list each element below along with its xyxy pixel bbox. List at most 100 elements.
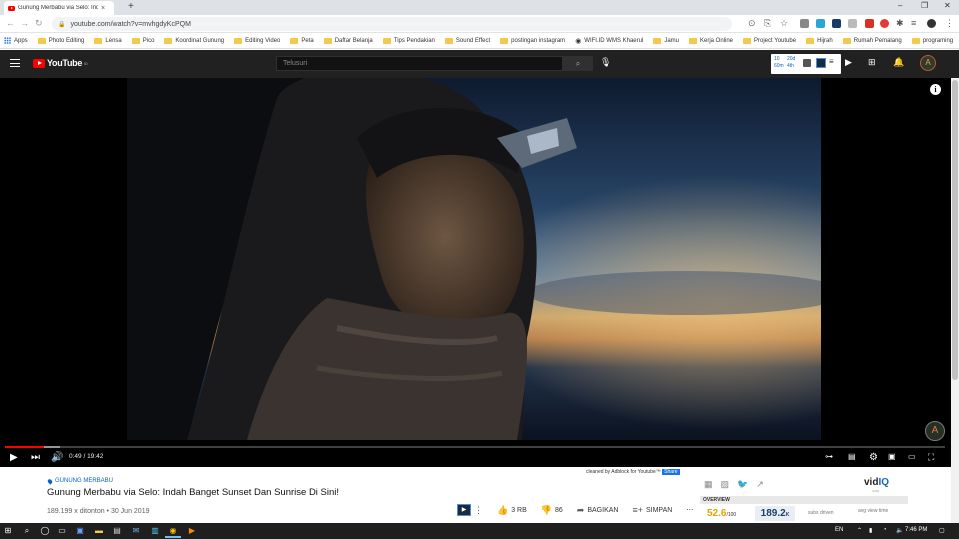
extension-icon[interactable] <box>800 19 809 28</box>
bookmark-item[interactable]: Peta <box>290 37 314 44</box>
search-button[interactable]: ⌕ <box>563 56 593 71</box>
clock[interactable]: 7:46 PM <box>905 527 927 533</box>
omnibox[interactable]: 🔒 youtube.com/watch?v=mvhgdyKcPQM <box>52 17 732 31</box>
maximize-button[interactable]: ❐ <box>921 1 928 10</box>
close-window-button[interactable]: ✕ <box>944 1 951 10</box>
search-input[interactable]: Telusuri <box>276 56 563 71</box>
back-icon[interactable]: ← <box>6 18 15 28</box>
app-icon[interactable]: ▥ <box>150 526 160 536</box>
autoplay-toggle[interactable]: ⊶ <box>825 452 833 461</box>
bookmark-item[interactable]: Pico <box>131 37 154 44</box>
more-actions-button[interactable]: ⋯ <box>686 506 693 514</box>
menu-kebab-icon[interactable]: ⋮ <box>945 18 954 29</box>
miniplayer-icon[interactable]: ▣ <box>888 452 896 461</box>
folder-icon <box>911 37 920 44</box>
extension-icon[interactable] <box>880 19 889 28</box>
notification-center-icon[interactable]: ▢ <box>939 527 945 534</box>
theater-mode-icon[interactable]: ▭ <box>908 452 916 461</box>
bookmark-item[interactable]: ◉ WIFI.ID WMS Khaerul <box>575 37 643 45</box>
bookmark-item[interactable]: Koordinat Gunung <box>164 37 224 44</box>
bookmark-item[interactable]: Jamu <box>653 37 679 44</box>
new-tab-button[interactable]: + <box>128 1 134 12</box>
grid-icon[interactable]: ▦ <box>704 479 713 490</box>
forward-icon[interactable]: → <box>20 18 29 28</box>
create-video-icon[interactable]: ▶ <box>845 57 852 68</box>
windows-start-icon[interactable]: ⊞ <box>3 526 13 536</box>
bookmark-item[interactable]: Lensa <box>94 37 122 44</box>
bookmark-item[interactable]: postingan instagram <box>500 37 565 44</box>
chrome-icon[interactable]: ◉ <box>168 526 178 536</box>
volume-icon[interactable]: 🔊 <box>51 452 63 463</box>
store-icon[interactable]: ▤ <box>112 526 122 536</box>
vidiq-action[interactable]: ▶ ⋮ <box>457 504 483 516</box>
search-icon[interactable]: ⌕ <box>22 526 32 536</box>
bookmark-item[interactable]: Tips Pendakian <box>382 37 435 44</box>
tab-close-icon[interactable]: × <box>101 5 105 12</box>
vidiq-stat: 4th <box>787 63 794 69</box>
vidiq-overview-bar[interactable]: OVERVIEW <box>700 496 908 504</box>
bookmark-item[interactable]: Project Youtube <box>743 37 796 44</box>
dislike-button[interactable]: 👎 86 <box>541 505 563 516</box>
scrollbar-thumb[interactable] <box>952 80 958 380</box>
bookmark-item[interactable]: Hijrah <box>806 37 833 44</box>
notifications-bell-icon[interactable]: 🔔 <box>893 57 904 68</box>
folder-icon[interactable]: ▬ <box>94 526 104 536</box>
adblock-share-button[interactable]: Share <box>662 469 680 475</box>
extension-icon[interactable] <box>865 19 874 28</box>
vidiq-header-widget[interactable]: 10 60m 20d 4th ≡ <box>771 54 841 74</box>
location-tag[interactable]: GUNUNG MERBABU <box>46 477 113 485</box>
twitter-icon[interactable]: 🐦 <box>737 479 748 490</box>
play-button[interactable]: ▶ <box>10 452 18 463</box>
profile-icon[interactable] <box>927 19 936 28</box>
puzzle-icon[interactable]: ✱ <box>896 18 904 29</box>
bookmark-item[interactable]: Apps <box>4 37 28 44</box>
fullscreen-icon[interactable]: ⛶ <box>928 452 934 463</box>
info-icon[interactable]: i <box>930 84 941 95</box>
language-indicator[interactable]: EN <box>835 527 843 533</box>
speaker-icon[interactable]: 🔈 <box>896 527 903 534</box>
bookmark-item[interactable]: programing <box>911 37 953 44</box>
settings-gear-icon[interactable]: ⚙ <box>869 452 878 463</box>
extension-icon[interactable] <box>832 19 841 28</box>
microphone-icon[interactable]: 🎙 <box>600 57 611 68</box>
minimize-button[interactable]: – <box>898 1 902 10</box>
file-explorer-icon[interactable]: ▭ <box>57 526 67 536</box>
channel-watermark[interactable]: A <box>925 421 945 441</box>
save-button[interactable]: ≡+ SIMPAN <box>632 505 672 515</box>
share-button[interactable]: ➦ BAGIKAN <box>577 505 619 516</box>
bookmark-item[interactable]: Photo Editing <box>37 37 84 44</box>
youtube-logo[interactable]: YouTube ID <box>33 58 88 68</box>
edge-icon[interactable]: ▣ <box>75 526 85 536</box>
cast-icon[interactable]: ⊙ <box>748 18 756 29</box>
vidiq-score: 52.6/100 <box>707 508 736 519</box>
like-button[interactable]: 👍 3 RB <box>497 505 527 516</box>
apps-grid-icon[interactable]: ⊞ <box>868 57 876 68</box>
reload-icon[interactable]: ↻ <box>35 18 43 29</box>
trend-icon[interactable]: ↗ <box>756 479 764 490</box>
tray-chevron-icon[interactable]: ⌃ <box>857 527 862 534</box>
bookmark-item[interactable]: Kerja Online <box>688 37 733 44</box>
bookmark-item[interactable]: Daftar Belanja <box>323 37 373 44</box>
video-frame[interactable] <box>127 78 821 440</box>
image-icon[interactable]: ▨ <box>721 479 730 490</box>
mail-icon[interactable]: ✉ <box>131 526 141 536</box>
extension-icon[interactable] <box>816 19 825 28</box>
extension-icon[interactable] <box>848 19 857 28</box>
next-button[interactable]: ⏭ <box>31 452 40 463</box>
wifi-icon[interactable]: ◔ <box>883 527 887 533</box>
bookmark-item[interactable]: Sound Effect <box>444 37 490 44</box>
task-view-icon[interactable]: ◯ <box>40 526 50 536</box>
translate-icon[interactable]: ⎘ <box>764 18 771 29</box>
hamburger-menu-icon[interactable] <box>10 59 20 67</box>
app-icon[interactable]: ▶ <box>187 526 197 536</box>
subtitles-icon[interactable]: ▤ <box>848 452 856 461</box>
progress-bar[interactable] <box>5 446 945 448</box>
bookmark-star-icon[interactable]: ☆ <box>780 18 788 29</box>
avatar[interactable]: A <box>920 55 936 71</box>
browser-tab[interactable]: Gunung Merbabu via Selo: Indah × <box>4 1 114 15</box>
network-icon[interactable]: ▮ <box>869 527 872 534</box>
bookmark-item[interactable]: Editing Video <box>234 37 280 44</box>
bookmark-item[interactable]: Rumah Pemalang <box>842 37 902 44</box>
playlist-icon[interactable]: ≡ <box>911 18 916 28</box>
folder-icon <box>500 37 509 44</box>
